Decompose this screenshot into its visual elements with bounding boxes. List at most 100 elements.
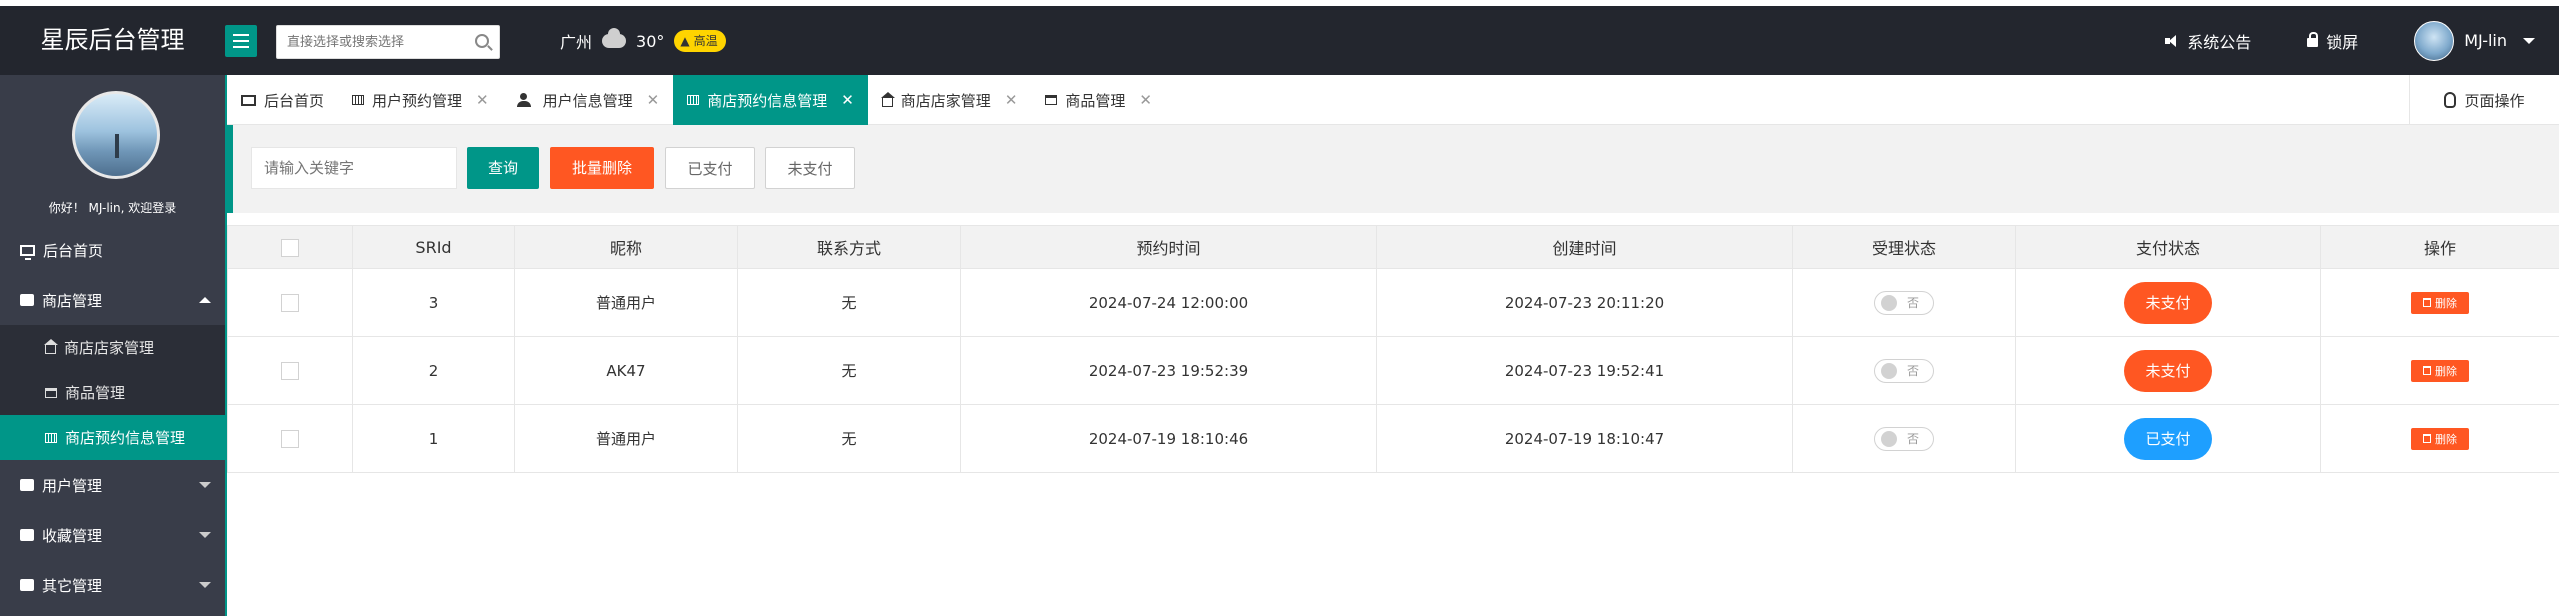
pay-status-button[interactable]: 未支付 [2124,349,2212,392]
lock-screen-button[interactable]: 锁屏 [2307,29,2358,53]
accept-toggle[interactable]: 否 [1874,290,1934,315]
row-checkbox[interactable] [281,361,299,380]
cell-nickname: AK47 [514,336,738,405]
cell-reserve-time: 2024-07-23 19:52:39 [960,336,1377,405]
table-row: 2 AK47 无 2024-07-23 19:52:39 2024-07-23 … [227,336,2559,405]
weather-city: 广州 [560,33,593,52]
app-title: 星辰后台管理 [40,26,185,54]
announcement-button[interactable]: 系统公告 [2165,29,2251,53]
row-select-cell [227,336,353,405]
monitor-icon [241,94,256,110]
search-input[interactable] [277,26,465,58]
tab-label: 后台首页 [264,91,325,110]
fire-icon: ▲ [680,34,690,48]
toggle-knob [1881,294,1897,311]
avatar[interactable] [2414,20,2455,61]
column-header: 操作 [2320,225,2559,269]
toggle-knob [1881,362,1897,379]
tab-label: 用户信息管理 [542,91,633,110]
close-icon[interactable]: ✕ [476,91,489,109]
sidebar-item-users[interactable]: 用户管理 [0,460,225,510]
cell-accept: 否 [1792,336,2016,405]
row-checkbox[interactable] [281,429,299,448]
trash-icon [2423,298,2431,307]
close-icon[interactable]: ✕ [841,91,854,109]
accept-toggle[interactable]: 否 [1874,358,1934,383]
sidebar-subitem-store-reservations[interactable]: 商店预约信息管理 [0,415,225,460]
global-search[interactable] [276,25,500,59]
row-checkbox[interactable] [281,293,299,312]
page-operations-button[interactable]: 页面操作 [2409,75,2559,125]
column-header[interactable]: SRId [352,225,515,269]
column-header[interactable]: 受理状态 [1792,225,2016,269]
sidebar-nav: 后台首页 商店管理 商店店家管理 商品管理 商店预约信息管理 用户管理 收藏管理 [0,225,225,610]
folder-icon [20,294,34,306]
tab-label: 用户预约管理 [372,91,463,110]
column-header[interactable]: 支付状态 [2015,225,2321,269]
cell-actions: 删除 [2320,268,2559,337]
page-operations-label: 页面操作 [2464,91,2525,110]
cell-accept: 否 [1792,268,2016,337]
folder-icon [20,579,34,591]
sidebar-subitem-products[interactable]: 商品管理 [0,370,225,415]
column-header[interactable]: 创建时间 [1376,225,1793,269]
delete-label: 删除 [2435,432,2457,446]
search-icon[interactable] [475,34,489,48]
batch-delete-button[interactable]: 批量删除 [550,147,654,189]
delete-button[interactable]: 删除 [2411,291,2469,314]
select-all-checkbox[interactable] [281,238,299,257]
keyword-input[interactable] [251,147,457,189]
weather-temp: 30° [636,31,665,51]
cell-pay-status: 已支付 [2015,404,2321,473]
profile-avatar[interactable] [72,91,160,179]
home-icon [44,339,58,354]
filter-paid-button[interactable]: 已支付 [665,147,755,189]
weather-widget: 广州 30° ▲ 高温 [560,28,726,52]
column-header[interactable]: 昵称 [514,225,738,269]
column-header[interactable]: 预约时间 [960,225,1377,269]
table-header-row: SRId 昵称 联系方式 预约时间 创建时间 受理状态 支付状态 操作 [227,225,2559,269]
tab-label: 商店预约信息管理 [707,91,828,110]
row-select-cell [227,404,353,473]
users-icon [516,93,535,107]
cell-accept: 否 [1792,404,2016,473]
sidebar-subitem-store-owner[interactable]: 商店店家管理 [0,325,225,370]
menu-toggle-icon[interactable] [225,25,257,57]
column-header[interactable]: 联系方式 [737,225,961,269]
close-icon[interactable]: ✕ [647,91,660,109]
tab-store-reservations[interactable]: 商店预约信息管理 ✕ [673,75,868,125]
tab-store-owner[interactable]: 商店店家管理 ✕ [868,75,1032,125]
sidebar-item-other[interactable]: 其它管理 [0,560,225,610]
sidebar-item-store[interactable]: 商店管理 [0,275,225,325]
folder-icon [20,529,34,541]
cell-nickname: 普通用户 [514,404,738,473]
sidebar-item-home[interactable]: 后台首页 [0,225,225,275]
close-icon[interactable]: ✕ [1139,91,1152,109]
delete-button[interactable]: 删除 [2411,359,2469,382]
grid-icon [352,95,365,105]
pay-status-button[interactable]: 未支付 [2124,281,2212,324]
tab-user-info[interactable]: 用户信息管理 ✕ [503,75,674,125]
weather-badge: ▲ 高温 [674,30,726,52]
tab-products[interactable]: 商品管理 ✕ [1031,75,1166,125]
filter-unpaid-button[interactable]: 未支付 [765,147,855,189]
sidebar-item-label: 商店预约信息管理 [65,429,186,447]
delete-button[interactable]: 删除 [2411,427,2469,450]
chevron-down-icon[interactable] [2523,37,2535,44]
sidebar-item-label: 商店店家管理 [64,339,155,357]
trash-icon [2423,434,2431,443]
pay-status-button[interactable]: 已支付 [2124,417,2212,460]
accept-toggle[interactable]: 否 [1874,426,1934,451]
sidebar-item-favorites[interactable]: 收藏管理 [0,510,225,560]
user-menu[interactable]: MJ-lin [2414,20,2535,61]
cell-contact: 无 [737,268,961,337]
sidebar-item-label: 商品管理 [65,384,126,402]
tab-home[interactable]: 后台首页 [227,75,338,125]
tab-user-reservations[interactable]: 用户预约管理 ✕ [338,75,503,125]
query-button[interactable]: 查询 [467,147,539,189]
lock-icon [2307,32,2319,47]
top-bar: 星辰后台管理 广州 30° ▲ 高温 系统公告 锁屏 MJ-lin [0,0,2559,75]
cell-actions: 删除 [2320,336,2559,405]
close-icon[interactable]: ✕ [1005,91,1018,109]
row-select-cell [227,268,353,337]
